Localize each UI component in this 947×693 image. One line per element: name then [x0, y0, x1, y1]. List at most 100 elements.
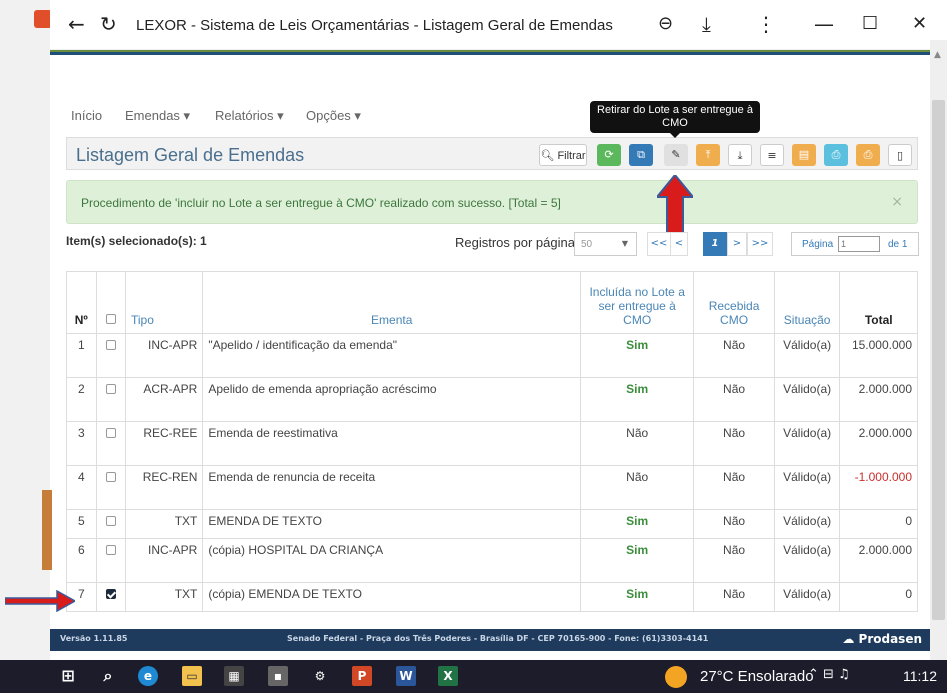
print-button[interactable]: ⎙ — [824, 144, 848, 166]
header-banner — [50, 55, 930, 90]
row-checkbox[interactable] — [105, 384, 116, 394]
amendments-table: Nº Tipo Ementa Incluída no Lote a ser en… — [66, 271, 918, 612]
system-tray-icons[interactable]: ⌃ ⊟ ♫ — [808, 667, 850, 682]
file-explorer-icon[interactable]: ▭ — [182, 666, 202, 686]
copy-button[interactable]: ⧉ — [629, 144, 653, 166]
row-total: 0 — [839, 509, 918, 539]
document-button[interactable]: ▤ — [792, 144, 816, 166]
scroll-up-icon[interactable]: ▲ — [934, 50, 941, 60]
nav-item-inicio[interactable]: Início — [71, 108, 102, 123]
row-checkbox-checked[interactable] — [105, 589, 116, 599]
clock[interactable]: 11:12 — [903, 668, 937, 684]
weather-text[interactable]: 27°C Ensolarado — [700, 668, 814, 685]
powerpoint-icon[interactable]: P — [352, 666, 372, 686]
row-num: 6 — [66, 538, 97, 583]
current-page-button[interactable]: 1 — [703, 232, 727, 256]
search-icon[interactable]: ⌕ — [98, 666, 118, 686]
column-header-recebida[interactable]: Recebida CMO — [693, 271, 775, 334]
filter-label: Filtrar — [557, 150, 586, 162]
scrollbar-thumb[interactable] — [932, 100, 945, 620]
column-header-tipo[interactable]: Tipo — [124, 271, 204, 334]
row-ementa: EMENDA DE TEXTO — [202, 509, 582, 539]
word-icon[interactable]: W — [396, 666, 416, 686]
column-header-situacao[interactable]: Situação — [773, 271, 841, 334]
upload-button[interactable]: ⤒ — [696, 144, 720, 166]
success-alert: Procedimento de 'incluir no Lote a ser e… — [66, 180, 918, 224]
print-orange-button[interactable]: ⎙ — [856, 144, 880, 166]
page-input[interactable]: 1 — [838, 236, 880, 252]
more-options-icon[interactable]: ⋮ — [756, 12, 776, 36]
column-header-total[interactable]: Total — [839, 271, 918, 334]
table-row[interactable]: 6 INC-APR (cópia) HOSPITAL DA CRIANÇA Si… — [66, 538, 918, 583]
first-page-button[interactable]: << — [647, 232, 671, 256]
maximize-icon[interactable]: ☐ — [862, 12, 878, 36]
nav-item-opcoes[interactable]: Opções ▾ — [306, 108, 361, 124]
list-icon: ≡ — [767, 149, 777, 162]
next-page-button[interactable]: > — [727, 232, 747, 256]
remove-from-batch-button[interactable]: ✎ — [664, 144, 688, 166]
reload-icon[interactable]: ↻ — [100, 12, 117, 36]
document-icon: ▤ — [798, 148, 810, 161]
row-lote: Sim — [580, 509, 695, 539]
per-page-label: Registros por página: — [455, 235, 579, 250]
background-app-tab — [42, 490, 52, 570]
store-icon[interactable]: ▦ — [224, 666, 244, 686]
close-icon[interactable]: ✕ — [912, 12, 927, 36]
row-lote: Sim — [580, 333, 695, 378]
row-checkbox[interactable] — [105, 472, 116, 482]
windows-start-icon[interactable]: ⊞ — [58, 666, 78, 686]
table-row[interactable]: 5 TXT EMENDA DE TEXTO Sim Não Válido(a) … — [66, 509, 918, 539]
app-icon[interactable]: ▪ — [268, 666, 288, 686]
last-page-button[interactable]: >> — [747, 232, 773, 256]
table-row[interactable]: 3 REC-REE Emenda de reestimativa Não Não… — [66, 421, 918, 466]
vertical-scrollbar[interactable]: ▲ — [930, 40, 947, 660]
list-button[interactable]: ≡ — [760, 144, 784, 166]
prev-page-button[interactable]: < — [670, 232, 688, 256]
column-header-ementa[interactable]: Ementa — [202, 271, 582, 334]
nav-item-relatorios[interactable]: Relatórios ▾ — [215, 108, 284, 124]
minimize-icon[interactable]: — — [814, 12, 834, 36]
row-num: 5 — [66, 509, 97, 539]
row-recebida: Não — [693, 377, 775, 422]
nav-item-emendas[interactable]: Emendas ▾ — [125, 108, 190, 124]
row-situacao: Válido(a) — [773, 421, 841, 466]
alert-message: Procedimento de 'incluir no Lote a ser e… — [81, 196, 561, 210]
row-lote: Sim — [580, 538, 695, 583]
select-all-checkbox[interactable] — [105, 314, 116, 324]
file-button[interactable]: ▯ — [888, 144, 912, 166]
row-tipo: REC-REN — [124, 465, 204, 510]
row-ementa: Emenda de reestimativa — [202, 421, 582, 466]
refresh-button[interactable]: ⟳ — [597, 144, 621, 166]
tooltip-line2: CMO — [662, 117, 688, 129]
settings-icon[interactable]: ⚙ — [310, 666, 330, 686]
row-lote: Sim — [580, 582, 695, 612]
row-checkbox[interactable] — [105, 340, 116, 350]
table-row[interactable]: 1 INC-APR "Apelido / identificação da em… — [66, 333, 918, 378]
column-header-lote[interactable]: Incluída no Lote a ser entregue à CMO — [580, 271, 695, 334]
row-ementa: Emenda de renuncia de receita — [202, 465, 582, 510]
weather-icon[interactable] — [665, 666, 687, 688]
per-page-select[interactable]: 50 ▼ — [574, 232, 637, 256]
row-checkbox[interactable] — [105, 545, 116, 555]
row-checkbox-cell — [95, 465, 126, 510]
table-row[interactable]: 4 REC-REN Emenda de renuncia de receita … — [66, 465, 918, 510]
panel-heading: Listagem Geral de Emendas 🔍︎ Filtrar ⟳ ⧉… — [66, 137, 918, 170]
excel-icon[interactable]: X — [438, 666, 458, 686]
copy-icon: ⧉ — [637, 148, 645, 161]
back-icon[interactable]: ← — [68, 12, 85, 36]
row-tipo: INC-APR — [124, 333, 204, 378]
edge-icon[interactable]: e — [138, 666, 158, 686]
zoom-out-icon[interactable]: ⊖ — [658, 12, 673, 36]
download-icon: ⤓ — [737, 149, 743, 162]
row-checkbox[interactable] — [105, 428, 116, 438]
download-icon[interactable]: ⤓ — [702, 12, 711, 36]
row-tipo: TXT — [124, 582, 204, 612]
table-row[interactable]: 7 TXT (cópia) EMENDA DE TEXTO Sim Não Vá… — [66, 582, 918, 612]
filter-button[interactable]: 🔍︎ Filtrar — [539, 144, 587, 166]
row-situacao: Válido(a) — [773, 465, 841, 510]
row-checkbox[interactable] — [105, 516, 116, 526]
alert-close-icon[interactable]: × — [891, 194, 903, 210]
table-row[interactable]: 2 ACR-APR Apelido de emenda apropriação … — [66, 377, 918, 422]
download-button[interactable]: ⤓ — [728, 144, 752, 166]
row-ementa: "Apelido / identificação da emenda" — [202, 333, 582, 378]
